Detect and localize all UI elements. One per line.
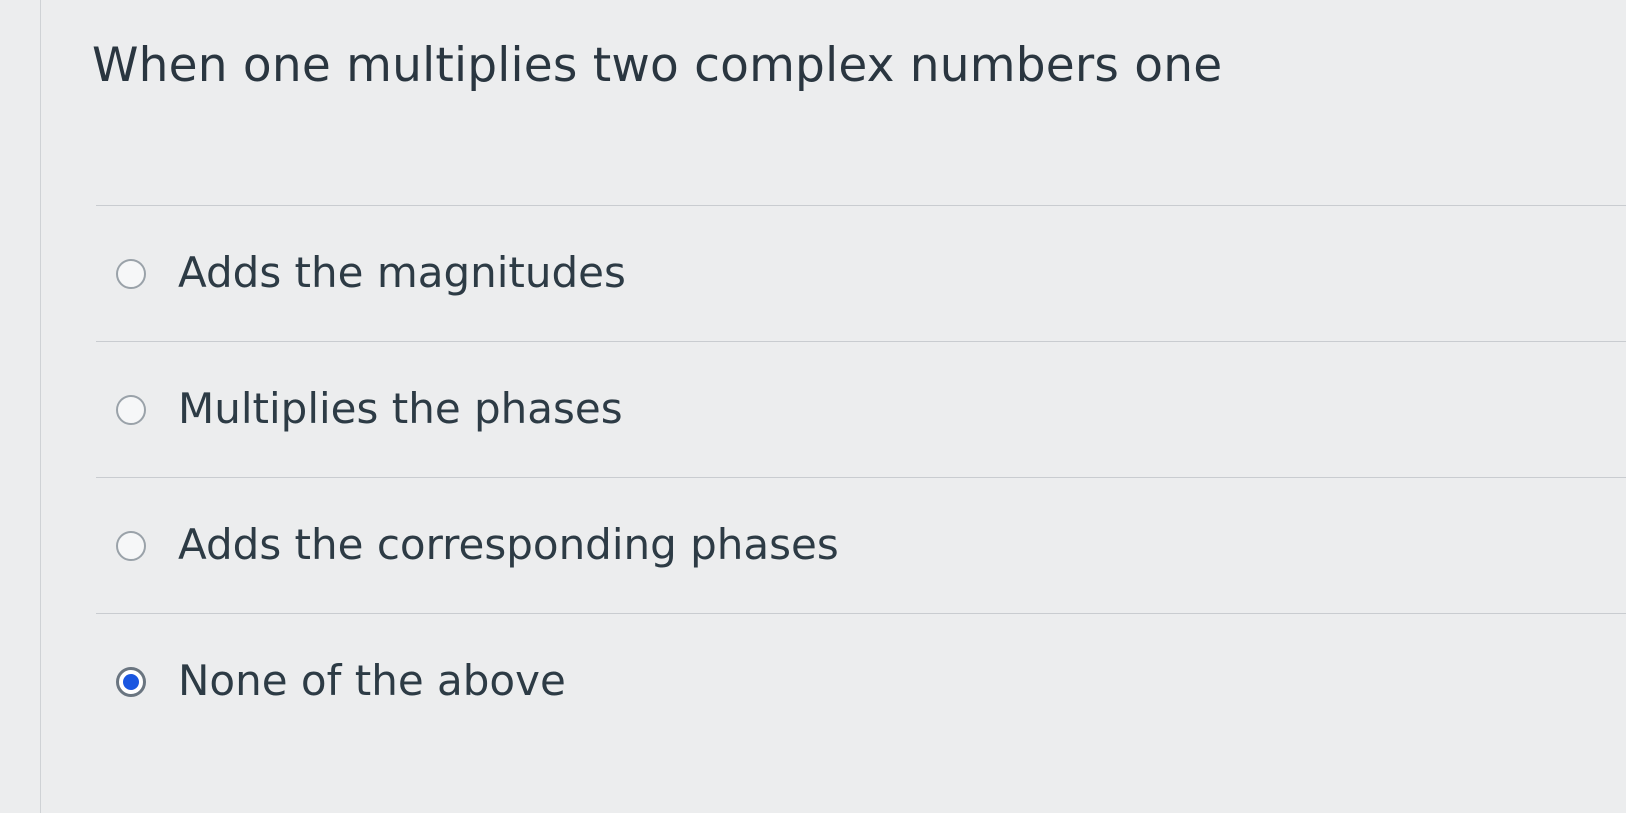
radio-unselected-icon[interactable] bbox=[116, 258, 146, 289]
answer-label[interactable]: Adds the corresponding phases bbox=[178, 520, 839, 570]
radio-selected-icon[interactable] bbox=[116, 666, 146, 697]
question-block: When one multiplies two complex numbers … bbox=[92, 38, 1572, 94]
answer-option-2[interactable]: Multiplies the phases bbox=[96, 341, 1626, 477]
answer-label[interactable]: Multiplies the phases bbox=[178, 384, 623, 434]
answer-option-3[interactable]: Adds the corresponding phases bbox=[96, 477, 1626, 613]
radio-unselected-icon[interactable] bbox=[116, 530, 146, 561]
radio-unselected-icon[interactable] bbox=[116, 394, 146, 425]
answer-option-4[interactable]: None of the above bbox=[96, 613, 1626, 749]
left-border bbox=[40, 0, 41, 813]
question-text: When one multiplies two complex numbers … bbox=[92, 38, 1223, 93]
answer-option-1[interactable]: Adds the magnitudes bbox=[96, 205, 1626, 341]
answer-label[interactable]: None of the above bbox=[178, 656, 566, 706]
answer-list: Adds the magnitudes Multiplies the phase… bbox=[96, 205, 1626, 749]
answer-label[interactable]: Adds the magnitudes bbox=[178, 248, 626, 298]
